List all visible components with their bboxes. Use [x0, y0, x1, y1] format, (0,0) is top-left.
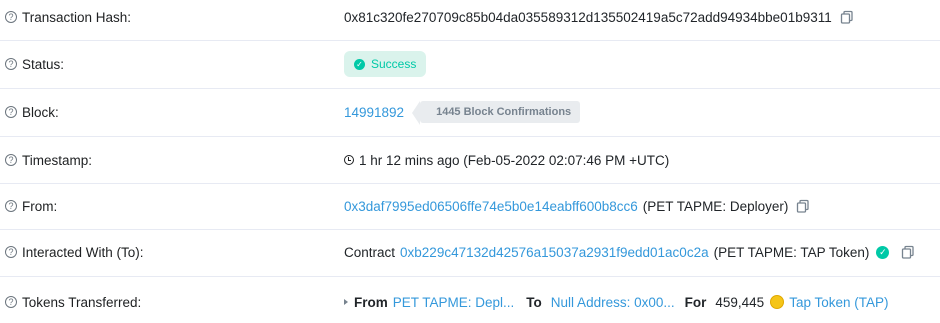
label-status: ? Status:	[5, 57, 64, 72]
token-name-link[interactable]: Tap Token (TAP)	[789, 295, 888, 310]
token-for-label: For	[684, 294, 707, 310]
copy-icon[interactable]	[901, 245, 915, 259]
block-confirmations-badge: 1445 Block Confirmations	[412, 101, 581, 125]
label-text: Tokens Transferred:	[22, 294, 142, 310]
contract-prefix: Contract	[344, 244, 396, 260]
divider	[0, 276, 940, 277]
token-amount: 459,445	[715, 294, 765, 310]
label-text: Block:	[22, 104, 59, 120]
question-circle-icon[interactable]: ?	[5, 11, 17, 23]
divider	[0, 40, 940, 41]
caret-right-icon	[344, 299, 348, 305]
row-interacted-with: ? Interacted With (To): Contract 0xb229c…	[0, 239, 940, 265]
label-text: From:	[22, 198, 58, 214]
label-from: ? From:	[5, 199, 57, 214]
token-to-label: To	[526, 294, 542, 310]
tap-token-icon	[770, 295, 785, 309]
question-circle-icon[interactable]: ?	[5, 246, 17, 258]
clock-icon	[344, 155, 354, 165]
check-circle-icon: ✓	[354, 58, 365, 70]
token-from-link[interactable]: PET TAPME: Depl...	[393, 295, 515, 310]
label-text: Interacted With (To):	[22, 244, 144, 260]
value-timestamp: 1 hr 12 mins ago (Feb-05-2022 02:07:46 P…	[344, 153, 669, 168]
question-circle-icon[interactable]: ?	[5, 106, 17, 118]
value-tokens-transferred: From PET TAPME: Depl... To Null Address:…	[344, 295, 888, 310]
label-text: Timestamp:	[22, 152, 93, 168]
row-status: ? Status: ✓ Success	[0, 49, 940, 79]
verified-check-icon: ✓	[876, 245, 890, 259]
label-interacted-with: ? Interacted With (To):	[5, 245, 144, 260]
block-number-link[interactable]: 14991892	[344, 105, 404, 120]
divider	[0, 183, 940, 184]
token-to-link[interactable]: Null Address: 0x00...	[551, 295, 675, 310]
status-badge: ✓ Success	[344, 51, 427, 77]
status-text: Success	[371, 57, 417, 71]
question-circle-icon[interactable]: ?	[5, 200, 17, 212]
value-interacted-with: Contract 0xb229c47132d42576a15037a2931f9…	[344, 245, 915, 260]
row-timestamp: ? Timestamp: 1 hr 12 mins ago (Feb-05-20…	[0, 147, 940, 173]
row-transaction-hash: ? Transaction Hash: 0x81c320fe270709c85b…	[0, 4, 940, 30]
question-circle-icon[interactable]: ?	[5, 296, 17, 308]
value-block: 14991892 1445 Block Confirmations	[344, 101, 581, 125]
from-address-link[interactable]: 0x3daf7995ed06506ffe74e5b0e14eabff600b8c…	[344, 199, 638, 214]
label-tokens-transferred: ? Tokens Transferred:	[5, 295, 141, 310]
row-tokens-transferred: ? Tokens Transferred: From PET TAPME: De…	[0, 289, 940, 315]
divider	[0, 229, 940, 230]
label-block: ? Block:	[5, 105, 59, 120]
contract-name-tag: (PET TAPME: TAP Token)	[713, 244, 870, 260]
question-circle-icon[interactable]: ?	[5, 154, 17, 166]
copy-icon[interactable]	[840, 10, 854, 24]
copy-icon[interactable]	[796, 199, 810, 213]
value-transaction-hash: 0x81c320fe270709c85b04da035589312d135502…	[344, 10, 854, 25]
label-timestamp: ? Timestamp:	[5, 153, 92, 168]
label-transaction-hash: ? Transaction Hash:	[5, 10, 131, 25]
from-name-tag: (PET TAPME: Deployer)	[642, 198, 789, 214]
question-circle-icon[interactable]: ?	[5, 58, 17, 70]
token-from-label: From	[354, 294, 388, 310]
value-from: 0x3daf7995ed06506ffe74e5b0e14eabff600b8c…	[344, 199, 810, 214]
divider	[0, 88, 940, 89]
label-text: Transaction Hash:	[22, 9, 132, 25]
value-status: ✓ Success	[344, 51, 427, 77]
divider	[0, 136, 940, 137]
row-block: ? Block: 14991892 1445 Block Confirmatio…	[0, 99, 940, 125]
contract-address-link[interactable]: 0xb229c47132d42576a15037a2931f9edd01ac0c…	[400, 245, 709, 260]
transaction-hash-text[interactable]: 0x81c320fe270709c85b04da035589312d135502…	[344, 10, 832, 25]
timestamp-text: 1 hr 12 mins ago (Feb-05-2022 02:07:46 P…	[359, 152, 670, 168]
row-from: ? From: 0x3daf7995ed06506ffe74e5b0e14eab…	[0, 193, 940, 219]
label-text: Status:	[22, 56, 65, 72]
